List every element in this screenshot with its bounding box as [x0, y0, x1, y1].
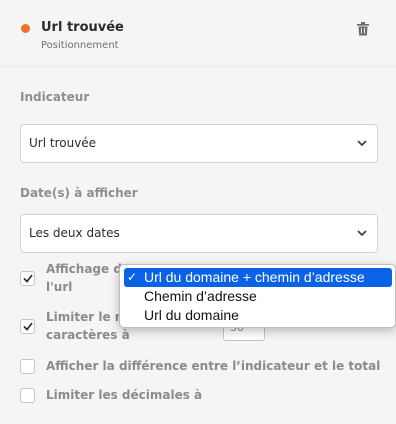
dates-select[interactable]: Les deux dates	[20, 214, 378, 253]
header-divider	[0, 66, 396, 67]
url-display-dropdown-menu: ✓ Url du domaine + chemin d’adresse Chem…	[119, 264, 396, 328]
item-header: Url trouvée Positionnement	[0, 0, 396, 66]
menu-item-domain[interactable]: Url du domaine	[124, 306, 392, 325]
check-icon	[23, 274, 33, 283]
limit-chars-checkbox[interactable]	[20, 319, 35, 334]
item-subtitle: Positionnement	[41, 40, 119, 51]
url-display-checkbox[interactable]	[20, 271, 35, 286]
limit-decimals-checkbox[interactable]	[20, 388, 35, 403]
status-dot	[21, 24, 30, 33]
trash-icon[interactable]	[357, 22, 369, 36]
menu-item-label: Url du domaine + chemin d’adresse	[144, 269, 365, 285]
menu-item-domain-and-path[interactable]: ✓ Url du domaine + chemin d’adresse	[124, 268, 392, 287]
chevron-down-icon	[357, 230, 367, 237]
item-title: Url trouvée	[41, 20, 124, 35]
url-display-label-line2: l'url	[46, 280, 73, 294]
url-display-label-line1: Affichage de	[46, 262, 131, 276]
menu-item-path[interactable]: Chemin d’adresse	[124, 287, 392, 306]
check-icon	[23, 322, 33, 331]
show-difference-label: Afficher la différence entre l’indicateu…	[46, 359, 381, 373]
show-difference-checkbox[interactable]	[20, 359, 35, 374]
limit-decimals-label: Limiter les décimales à	[46, 388, 203, 402]
limit-chars-label-line2: caractères à	[46, 328, 130, 342]
menu-item-label: Url du domaine	[144, 307, 239, 323]
indicateur-select[interactable]: Url trouvée	[20, 124, 378, 163]
indicateur-label: Indicateur	[20, 90, 90, 104]
dates-select-value: Les deux dates	[29, 226, 120, 240]
indicateur-select-value: Url trouvée	[29, 136, 97, 150]
dates-label: Date(s) à afficher	[20, 186, 138, 200]
check-icon: ✓	[127, 270, 138, 284]
chevron-down-icon	[357, 140, 367, 147]
menu-item-label: Chemin d’adresse	[144, 288, 257, 304]
